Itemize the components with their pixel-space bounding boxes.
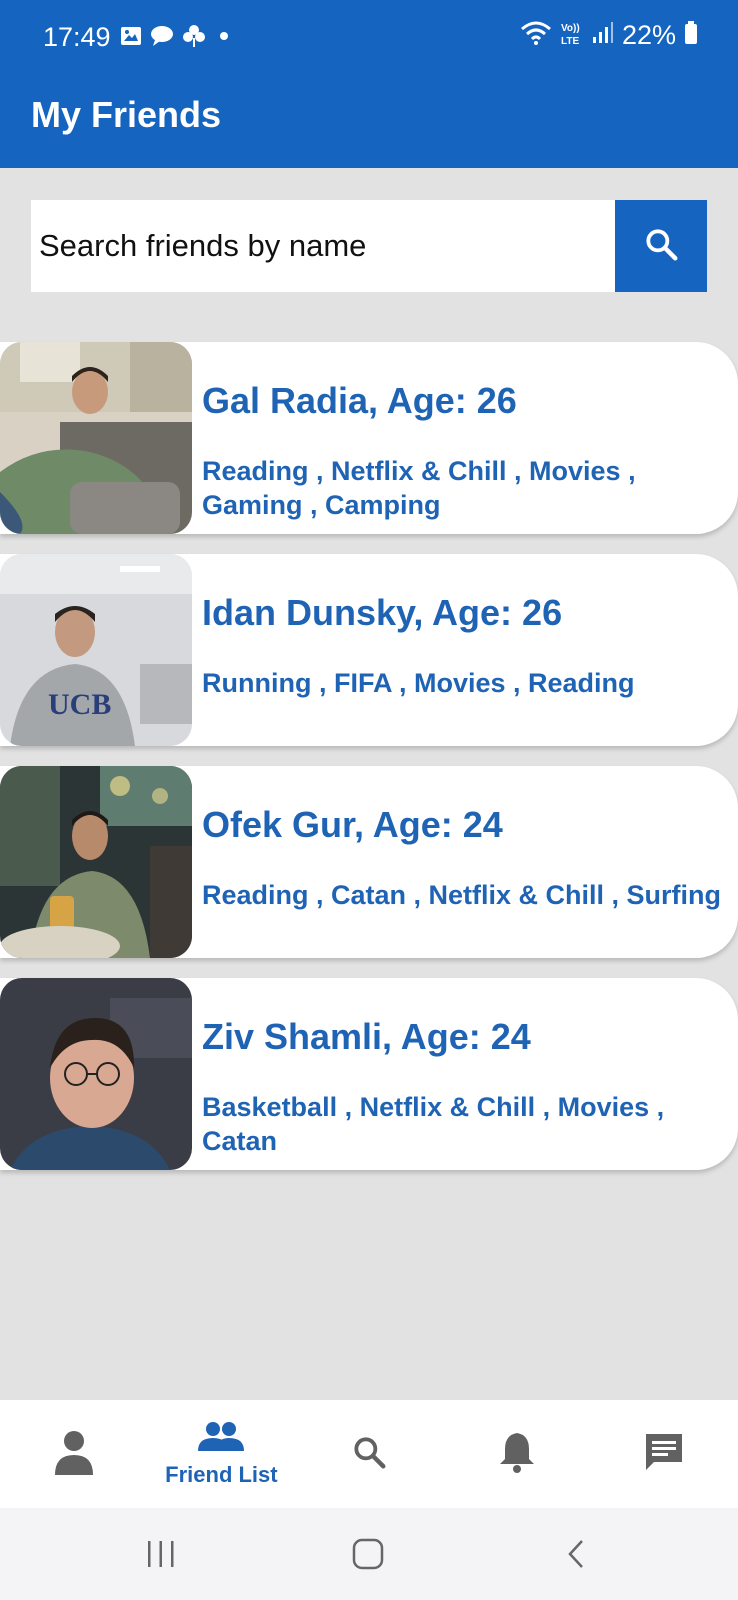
status-time: 17:49 <box>43 22 111 52</box>
friend-list: Gal Radia, Age: 26 Reading , Netflix & C… <box>0 342 738 1190</box>
system-navigation-bar <box>0 1508 738 1600</box>
friend-name: Ofek Gur, Age: 24 <box>202 804 503 845</box>
search-input[interactable] <box>31 200 615 292</box>
friend-card[interactable]: Ziv Shamli, Age: 24 Basketball , Netflix… <box>0 978 738 1170</box>
friend-card[interactable]: UCB Idan Dunsky, Age: 26 Running , FIFA … <box>0 554 738 746</box>
friend-photo <box>0 978 192 1170</box>
friend-photo <box>0 766 192 958</box>
message-icon <box>150 25 174 47</box>
nav-search[interactable] <box>295 1400 443 1508</box>
friend-hobbies: Reading , Catan , Netflix & Chill , Surf… <box>202 880 722 910</box>
clover-icon <box>182 24 206 48</box>
nav-messages[interactable] <box>590 1400 738 1508</box>
group-icon <box>198 1421 245 1456</box>
friend-hobbies: Running , FIFA , Movies , Reading <box>202 668 635 698</box>
home-icon[interactable] <box>352 1538 384 1575</box>
nav-profile[interactable] <box>0 1400 148 1508</box>
search-button[interactable] <box>615 200 707 292</box>
friend-name: Ziv Shamli, Age: 24 <box>202 1016 531 1057</box>
friend-name: Idan Dunsky, Age: 26 <box>202 592 563 633</box>
nav-notifications[interactable] <box>443 1400 591 1508</box>
battery-level: 22% <box>621 20 676 50</box>
page-title: My Friends <box>31 94 222 135</box>
back-icon[interactable] <box>562 1538 594 1575</box>
person-icon <box>53 1429 95 1480</box>
friend-card[interactable]: Ofek Gur, Age: 24 Reading , Catan , Netf… <box>0 766 738 958</box>
friend-hobbies: Reading , Netflix & Chill , Movies , Gam… <box>202 456 636 520</box>
signal-icon <box>592 21 614 50</box>
friend-hobbies: Basketball , Netflix & Chill , Movies , … <box>202 1092 665 1156</box>
dot-icon <box>214 26 234 46</box>
chat-icon <box>644 1432 684 1477</box>
nav-friend-list-label: Friend List <box>165 1461 278 1487</box>
status-right: Vo)) LTE 22% <box>520 20 698 51</box>
friend-card[interactable]: Gal Radia, Age: 26 Reading , Netflix & C… <box>0 342 738 534</box>
bell-icon <box>499 1431 535 1478</box>
status-bar: 17:49 Vo)) LTE 22% <box>0 0 738 78</box>
battery-icon <box>684 21 698 50</box>
friend-name: Gal Radia, Age: 26 <box>202 380 517 421</box>
wifi-icon <box>520 20 552 51</box>
notification-icons <box>120 24 234 48</box>
svg-text:Vo)): Vo)) <box>561 23 580 34</box>
friend-photo: UCB <box>0 554 192 746</box>
svg-text:UCB: UCB <box>48 688 111 721</box>
friend-photo <box>0 342 192 534</box>
app-bar: 17:49 Vo)) LTE 22% My Friends <box>0 0 738 168</box>
search-icon <box>350 1433 388 1476</box>
nav-friend-list[interactable]: Friend List <box>148 1400 296 1508</box>
svg-text:LTE: LTE <box>561 36 579 46</box>
lte-icon: Vo)) LTE <box>560 20 584 51</box>
search-icon <box>642 225 680 268</box>
gallery-icon <box>120 25 142 47</box>
recent-apps-icon[interactable] <box>145 1538 177 1575</box>
bottom-navigation: Friend List <box>0 1400 738 1508</box>
